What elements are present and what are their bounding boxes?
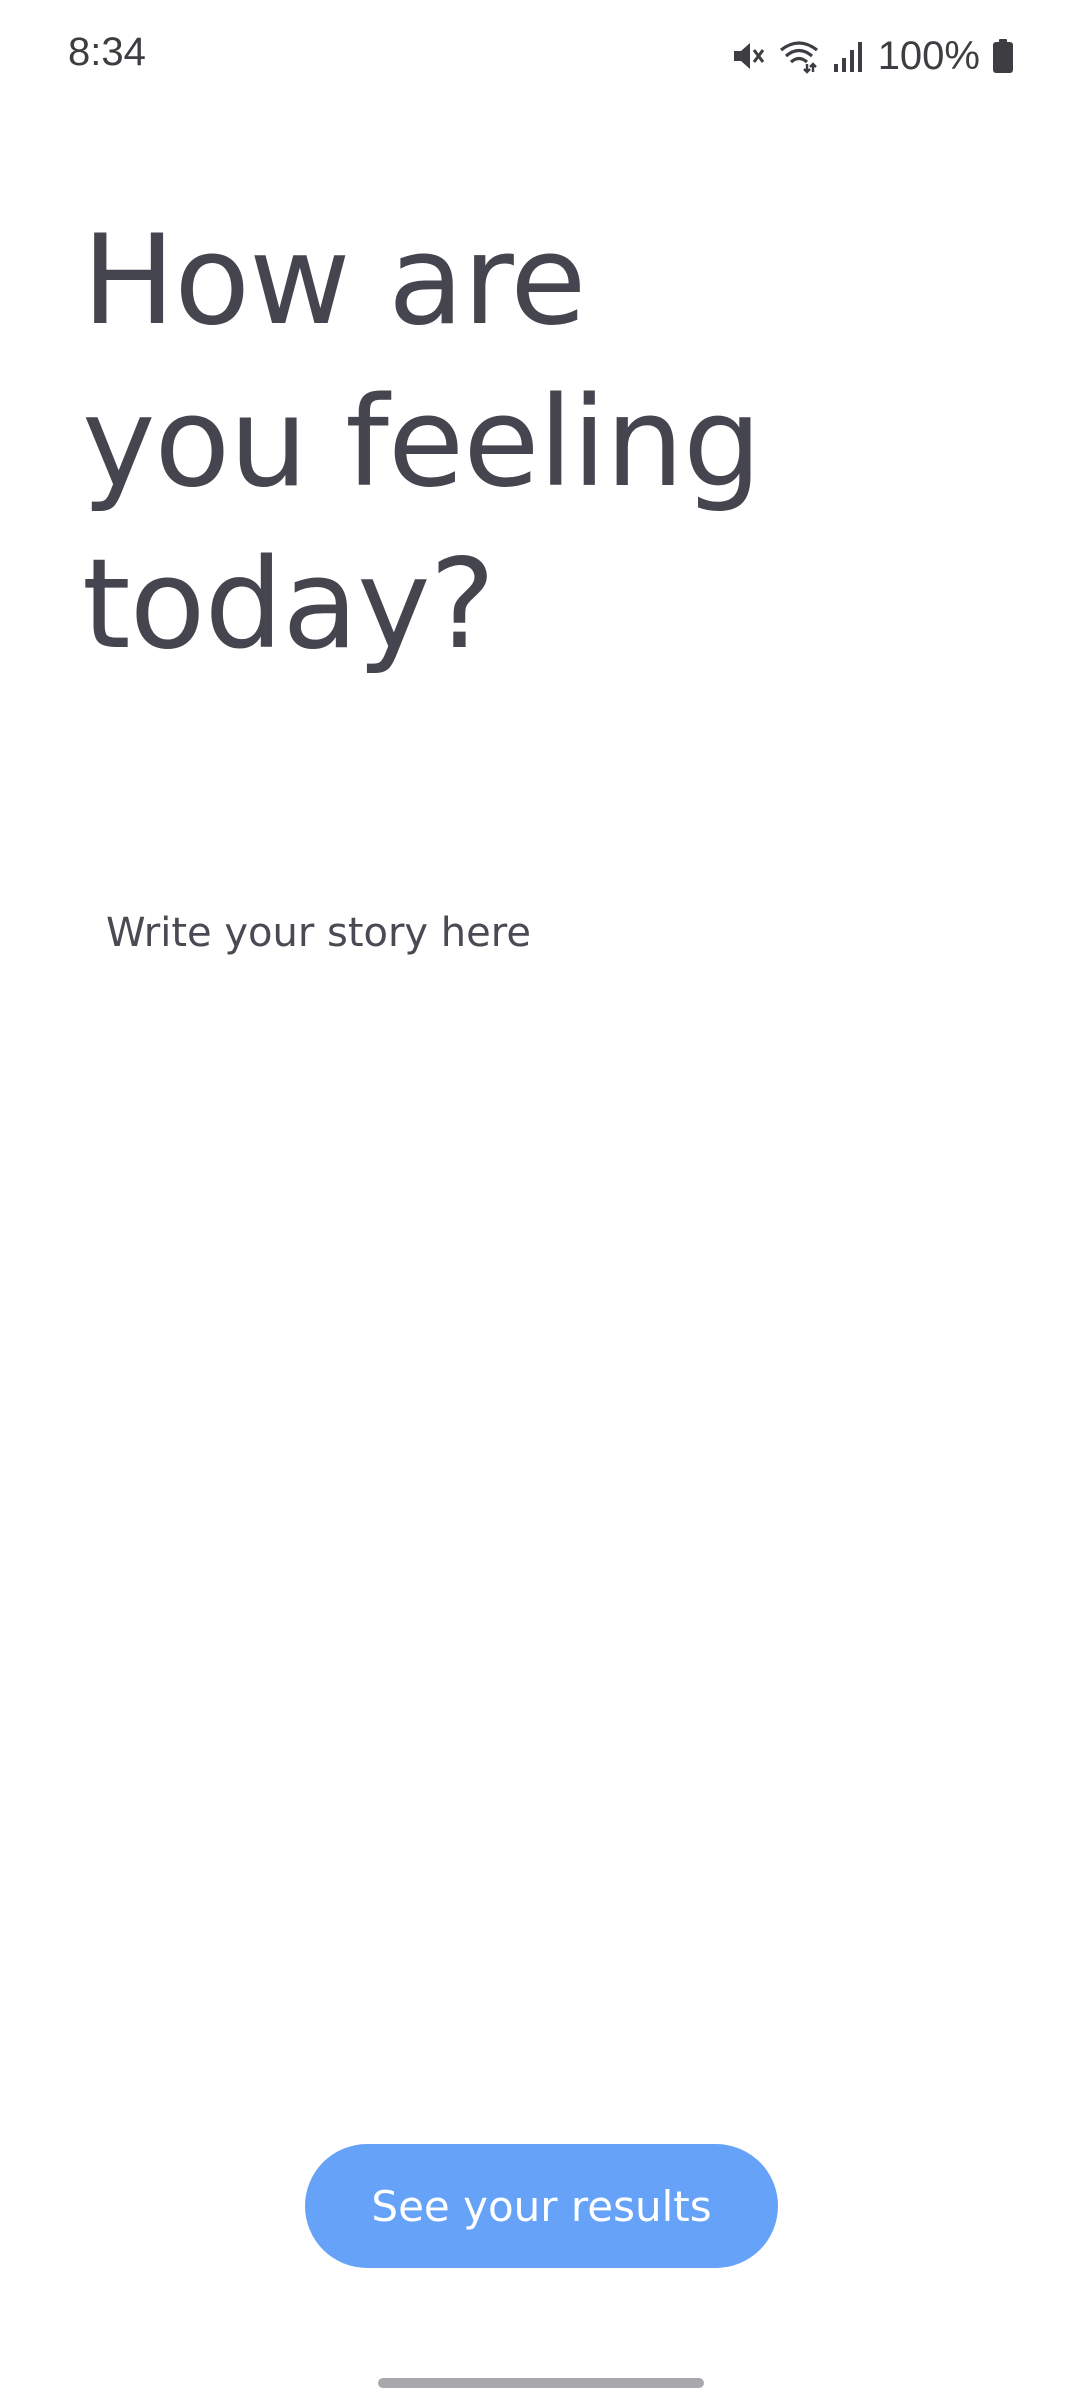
home-indicator[interactable] bbox=[378, 2378, 704, 2388]
story-input[interactable] bbox=[82, 880, 998, 2060]
battery-percent: 100% bbox=[877, 33, 980, 78]
wifi-icon bbox=[778, 38, 820, 74]
see-results-button-label: See your results bbox=[371, 2181, 712, 2231]
page-title-line-2: you feeling bbox=[82, 371, 762, 515]
status-icons: 100% bbox=[730, 34, 1014, 78]
page-title: How are you feeling today? bbox=[82, 200, 882, 686]
status-bar: 8:34 100% bbox=[0, 0, 1080, 120]
battery-icon bbox=[992, 38, 1014, 74]
page-title-line-1: How are bbox=[82, 209, 586, 353]
story-area bbox=[82, 880, 998, 2060]
mute-icon bbox=[730, 38, 766, 74]
page-title-line-3: today? bbox=[82, 533, 495, 677]
signal-icon bbox=[832, 38, 864, 74]
status-time: 8:34 bbox=[68, 30, 146, 74]
see-results-button[interactable]: See your results bbox=[305, 2144, 778, 2268]
